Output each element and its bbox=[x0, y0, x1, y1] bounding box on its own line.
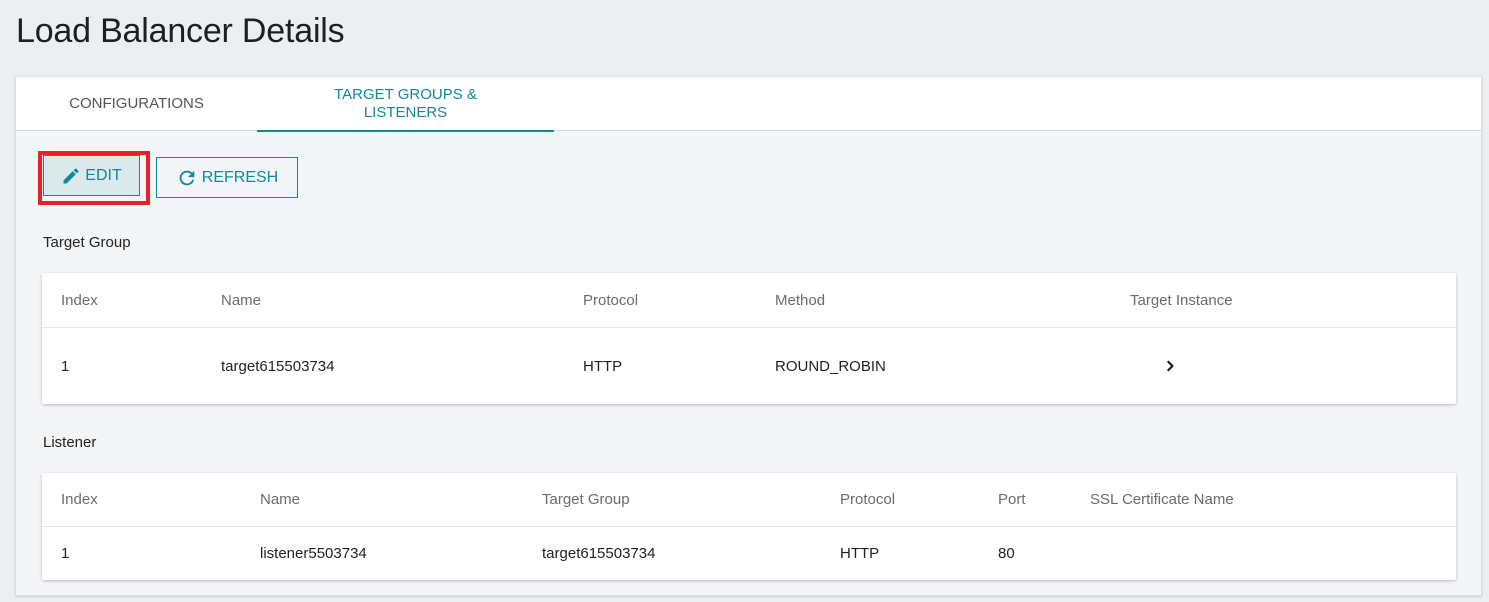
cell-protocol: HTTP bbox=[840, 545, 880, 562]
cell-target-group: target615503734 bbox=[542, 545, 656, 562]
refresh-icon bbox=[176, 167, 198, 189]
pencil-icon bbox=[61, 166, 81, 186]
details-card: CONFIGURATIONS TARGET GROUPS & LISTENERS… bbox=[15, 76, 1482, 596]
tab-target-groups-listeners-label: TARGET GROUPS & LISTENERS bbox=[334, 86, 477, 121]
cell-name: listener5503734 bbox=[260, 545, 367, 562]
header-target-instance: Target Instance bbox=[1130, 291, 1233, 309]
header-ssl-certificate-name: SSL Certificate Name bbox=[1090, 491, 1234, 508]
table-header-row: Index Name Protocol Method Target Instan… bbox=[42, 273, 1456, 328]
header-protocol: Protocol bbox=[583, 291, 639, 309]
header-port: Port bbox=[998, 491, 1026, 508]
cell-name: target615503734 bbox=[221, 357, 335, 375]
refresh-button[interactable]: REFRESH bbox=[156, 157, 298, 198]
target-group-table: Index Name Protocol Method Target Instan… bbox=[42, 273, 1456, 404]
header-index: Index bbox=[61, 491, 98, 508]
chevron-right-icon[interactable] bbox=[1160, 328, 1180, 404]
cell-port: 80 bbox=[998, 545, 1015, 562]
cell-index: 1 bbox=[61, 357, 70, 375]
tab-bar: CONFIGURATIONS TARGET GROUPS & LISTENERS bbox=[16, 77, 1481, 132]
header-name: Name bbox=[260, 491, 301, 508]
header-protocol: Protocol bbox=[840, 491, 896, 508]
page-title: Load Balancer Details bbox=[16, 12, 345, 50]
listener-section-label: Listener bbox=[43, 434, 97, 451]
refresh-button-label: REFRESH bbox=[201, 168, 279, 186]
table-row: 1 target615503734 HTTP ROUND_ROBIN bbox=[42, 328, 1456, 404]
cell-protocol: HTTP bbox=[583, 357, 623, 375]
cell-index: 1 bbox=[61, 545, 70, 562]
tab-configurations[interactable]: CONFIGURATIONS bbox=[16, 77, 257, 131]
header-index: Index bbox=[61, 291, 98, 309]
cell-method: ROUND_ROBIN bbox=[775, 357, 886, 375]
table-header-row: Index Name Target Group Protocol Port SS… bbox=[42, 473, 1456, 527]
table-row: 1 listener5503734 target615503734 HTTP 8… bbox=[42, 527, 1456, 580]
header-target-group: Target Group bbox=[542, 491, 630, 508]
listener-table: Index Name Target Group Protocol Port SS… bbox=[42, 473, 1456, 580]
edit-button-label: EDIT bbox=[85, 166, 122, 184]
header-name: Name bbox=[221, 291, 262, 309]
target-group-section-label: Target Group bbox=[43, 234, 131, 251]
header-method: Method bbox=[775, 291, 826, 309]
tab-target-groups-listeners[interactable]: TARGET GROUPS & LISTENERS bbox=[257, 77, 554, 132]
edit-button[interactable]: EDIT bbox=[43, 155, 140, 196]
